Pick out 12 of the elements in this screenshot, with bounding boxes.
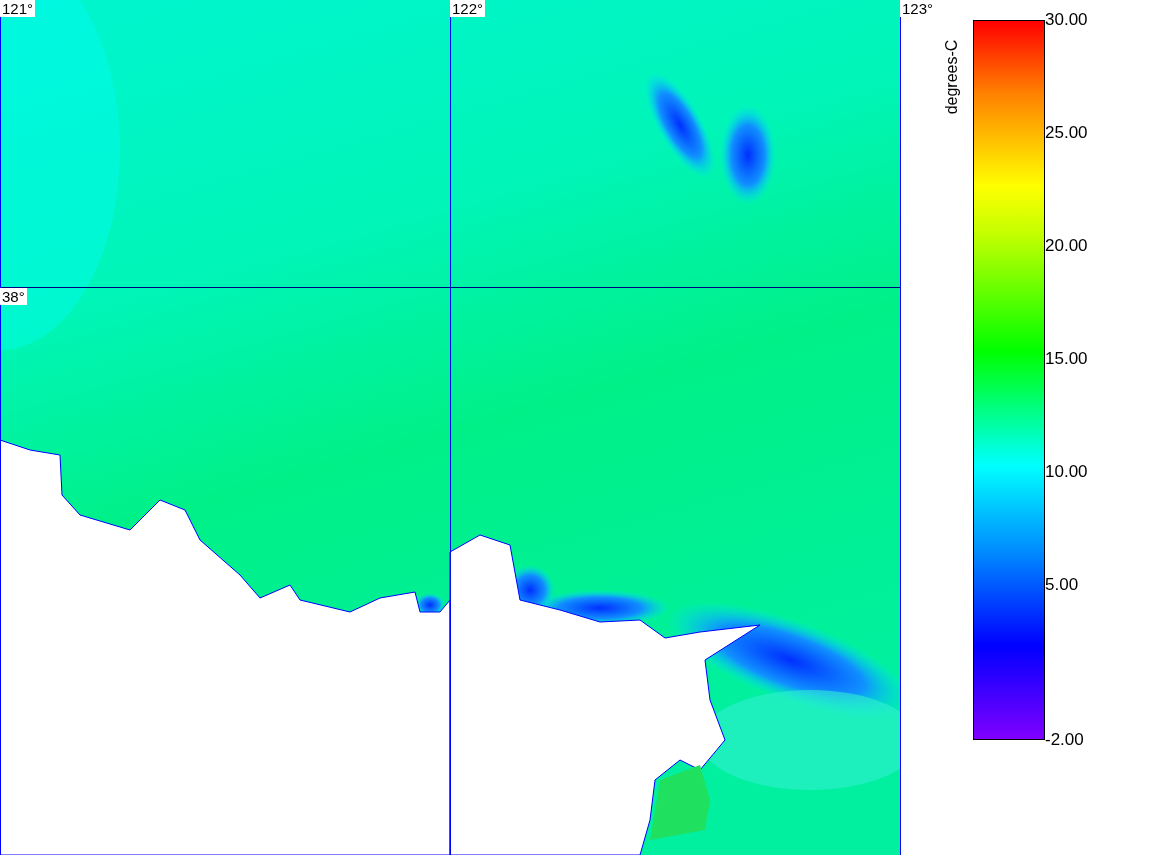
longitude-label: 121° <box>0 0 36 17</box>
colorbar-tick-label: 5.00 <box>1045 575 1079 595</box>
colorbar-tick-label: 25.00 <box>1045 123 1088 143</box>
colorbar-tick-label: 15.00 <box>1045 349 1088 369</box>
longitude-label: 122° <box>450 0 486 17</box>
colorbar-tick-label: 30.00 <box>1045 10 1088 30</box>
colorbar-tick-label: -2.00 <box>1045 730 1084 750</box>
colorbar-unit-label: degrees-C <box>943 38 961 117</box>
longitude-label: 123° <box>900 0 936 17</box>
colorbar-tick-label: 10.00 <box>1045 462 1088 482</box>
latitude-label: 38° <box>0 288 27 305</box>
colorbar-tick-label: 20.00 <box>1045 236 1088 256</box>
